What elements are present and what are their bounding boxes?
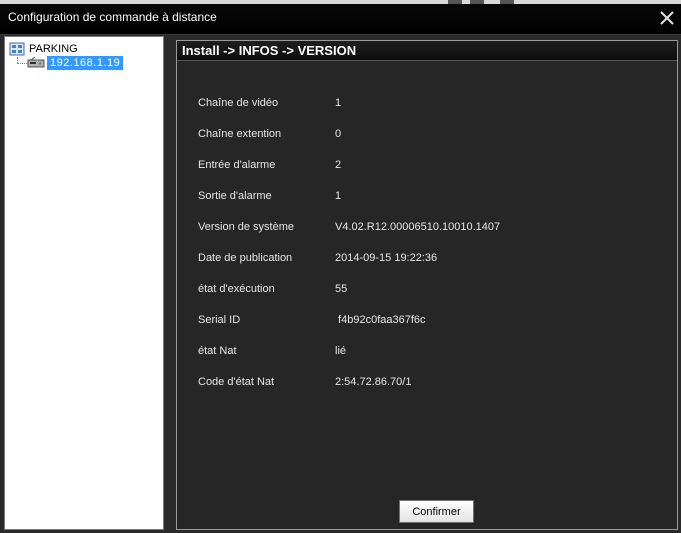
info-label: état Nat bbox=[198, 345, 237, 357]
remote-config-window: Configuration de commande à distance PAR… bbox=[0, 0, 681, 533]
info-label: Entrée d'alarme bbox=[198, 159, 276, 171]
network-group-icon bbox=[9, 42, 25, 56]
dvr-device-icon bbox=[27, 56, 45, 68]
info-panel: Install -> INFOS -> VERSION Chaîne de vi… bbox=[176, 40, 678, 530]
title-bar: Configuration de commande à distance bbox=[0, 0, 681, 35]
info-value: f4b92c0faa367f6c bbox=[335, 314, 426, 326]
info-value: V4.02.R12.00006510.10010.1407 bbox=[335, 221, 501, 233]
close-button[interactable] bbox=[659, 10, 675, 26]
background-strip bbox=[0, 0, 681, 4]
strip-mark bbox=[470, 0, 484, 4]
breadcrumb: Install -> INFOS -> VERSION bbox=[182, 43, 357, 58]
confirm-button[interactable]: Confirmer bbox=[399, 500, 474, 523]
info-label: Version de système bbox=[198, 221, 294, 233]
tree-node-label: PARKING bbox=[29, 43, 78, 55]
tree-node-device[interactable]: 192.168.1.19 bbox=[27, 55, 124, 71]
info-value: 2 bbox=[335, 159, 342, 171]
info-value: 2:54.72.86.70/1 bbox=[335, 376, 412, 388]
info-label: Sortie d'alarme bbox=[198, 190, 272, 202]
breadcrumb-bar: Install -> INFOS -> VERSION bbox=[177, 41, 677, 61]
tree-node-label: 192.168.1.19 bbox=[47, 56, 124, 70]
info-value: 1 bbox=[335, 97, 342, 109]
info-value: lié bbox=[335, 345, 347, 357]
info-value: 1 bbox=[335, 190, 342, 202]
info-label: Chaîne de vidéo bbox=[198, 97, 279, 109]
info-label: Chaîne extention bbox=[198, 128, 282, 140]
info-value: 0 bbox=[335, 128, 342, 140]
window-title: Configuration de commande à distance bbox=[8, 10, 217, 24]
info-label: Date de publication bbox=[198, 252, 293, 264]
info-value: 2014-09-15 19:22:36 bbox=[335, 252, 438, 264]
info-value: 55 bbox=[335, 283, 348, 295]
close-icon bbox=[660, 11, 674, 25]
info-label: Serial ID bbox=[198, 314, 241, 326]
info-label: état d'exécution bbox=[198, 283, 275, 295]
tree-connector bbox=[17, 63, 27, 64]
strip-mark bbox=[448, 0, 462, 4]
strip-mark bbox=[500, 0, 514, 4]
device-tree[interactable]: PARKING 192.168.1.19 bbox=[4, 36, 164, 530]
info-label: Code d'état Nat bbox=[198, 376, 275, 388]
